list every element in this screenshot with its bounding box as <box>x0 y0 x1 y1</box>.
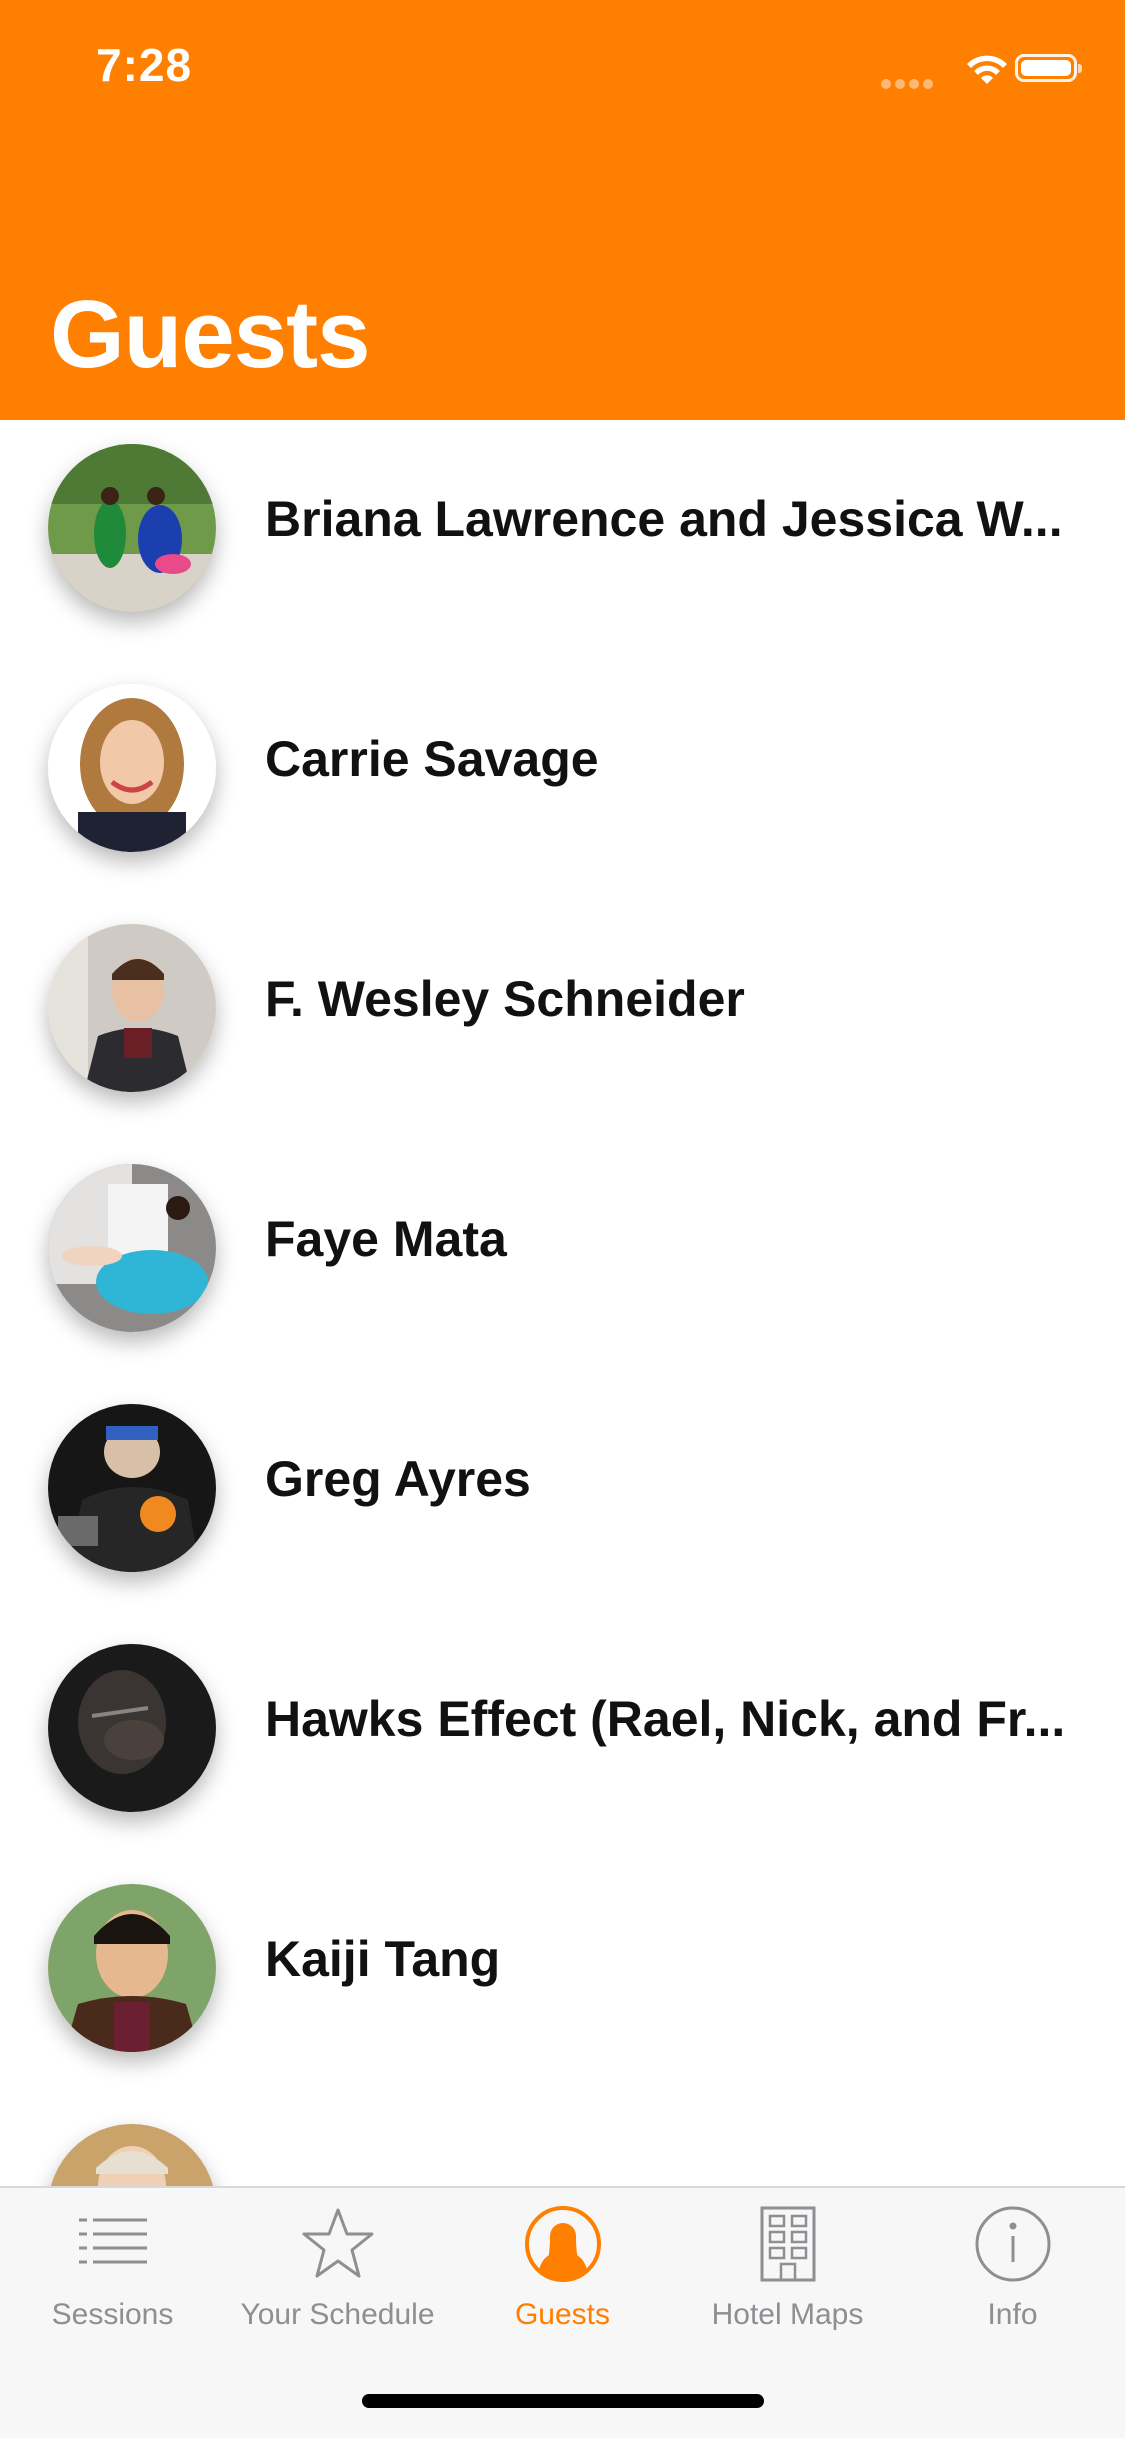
guest-name: Hawks Effect (Rael, Nick, and Fr... <box>265 1691 1066 1747</box>
tab-info[interactable]: Info <box>900 2188 1125 2338</box>
guest-avatar <box>48 1884 216 2052</box>
tab-label: Hotel Maps <box>711 2298 864 2331</box>
info-icon <box>975 2206 1050 2282</box>
tab-sessions[interactable]: Sessions <box>0 2188 225 2338</box>
guest-name: F. Wesley Schneider <box>265 971 745 1027</box>
guest-avatar <box>48 444 216 612</box>
tab-label: Info <box>987 2298 1038 2331</box>
guest-list[interactable]: Briana Lawrence and Jessica W... Carrie … <box>0 420 1125 2186</box>
wifi-icon <box>967 55 1007 84</box>
star-icon <box>302 2208 373 2278</box>
guest-name: Kaiji Tang <box>265 1931 501 1987</box>
page-title: Guests <box>50 281 370 388</box>
guest-row[interactable]: Carrie Savage <box>0 660 1125 900</box>
tab-your-schedule[interactable]: Your Schedule <box>225 2188 450 2338</box>
guest-name: Carrie Savage <box>265 731 599 787</box>
guest-avatar <box>48 1644 216 1812</box>
guest-row[interactable]: Hawks Effect (Rael, Nick, and Fr... <box>0 1620 1125 1860</box>
guest-row[interactable]: Greg Ayres <box>0 1380 1125 1620</box>
guest-name: Briana Lawrence and Jessica W... <box>265 491 1063 547</box>
tab-label: Sessions <box>51 2298 174 2331</box>
building-icon <box>760 2206 815 2282</box>
signal-icon <box>881 76 941 89</box>
guest-avatar <box>48 924 216 1092</box>
guest-avatar <box>48 2124 216 2186</box>
guest-row[interactable]: Briana Lawrence and Jessica W... <box>0 420 1125 660</box>
guest-row[interactable]: F. Wesley Schneider <box>0 900 1125 1140</box>
tab-hotel-maps[interactable]: Hotel Maps <box>675 2188 900 2338</box>
battery-icon <box>1015 54 1082 82</box>
guest-avatar <box>48 684 216 852</box>
guest-avatar <box>48 1404 216 1572</box>
guest-row[interactable]: Faye Mata <box>0 1140 1125 1380</box>
status-time: 7:28 <box>96 39 193 91</box>
home-indicator[interactable] <box>362 2394 764 2408</box>
tab-guests[interactable]: Guests <box>450 2188 675 2338</box>
person-icon <box>524 2206 601 2282</box>
tab-label: Guests <box>514 2298 611 2331</box>
nav-header: 7:28 Guests <box>0 0 1125 420</box>
tab-label: Your Schedule <box>240 2298 435 2331</box>
guest-row[interactable] <box>0 2100 1125 2186</box>
guest-avatar <box>48 1164 216 1332</box>
list-icon <box>78 2218 147 2264</box>
guest-name: Greg Ayres <box>265 1451 531 1507</box>
guest-row[interactable]: Kaiji Tang <box>0 1860 1125 2100</box>
guest-name: Faye Mata <box>265 1211 507 1267</box>
